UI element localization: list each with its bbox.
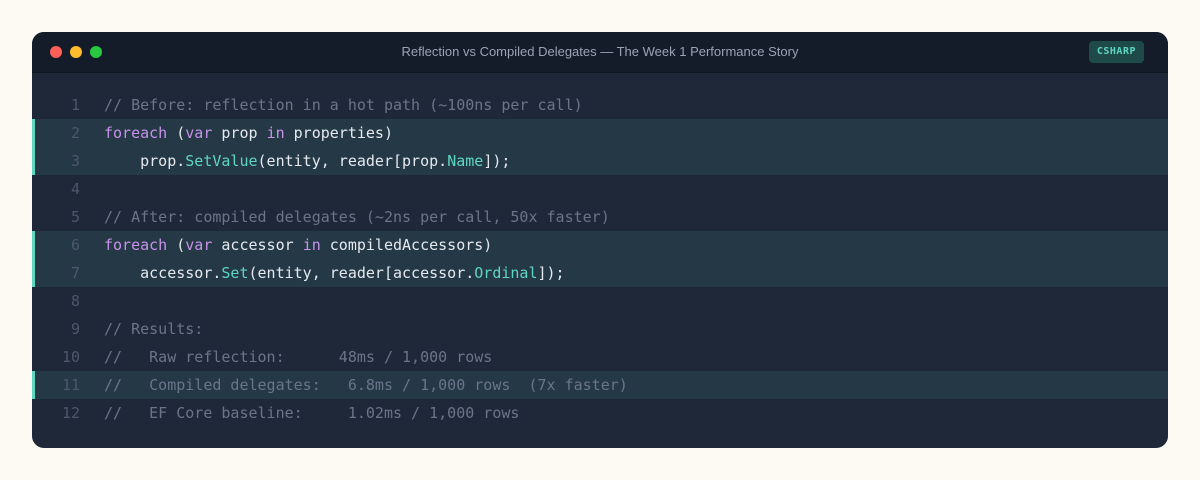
code-token-plain: ( <box>167 124 186 142</box>
code-token-keyword: var <box>185 124 213 142</box>
code-line: 3 prop.SetValue(entity, reader[prop.Name… <box>32 147 1168 175</box>
code-line: 6 foreach (var accessor in compiledAccess… <box>32 231 1168 259</box>
code-window: Reflection vs Compiled Delegates — The W… <box>32 32 1168 448</box>
line-number: 2 <box>70 124 80 142</box>
code-token-keyword: foreach <box>104 236 168 254</box>
line-source: foreach (var accessor in compiledAccesso… <box>104 231 492 259</box>
code-token-comment: // Compiled delegates: 6.8ms / 1,000 row… <box>104 376 628 394</box>
code-line: 9 // Results: <box>32 315 1168 343</box>
code-token-plain: prop <box>212 124 267 142</box>
code-token-comment: // Before: reflection in a hot path (~10… <box>104 96 583 114</box>
code-token-keyword: foreach <box>104 124 168 142</box>
line-number: 3 <box>70 152 80 170</box>
code-line: 1 // Before: reflection in a hot path (~1… <box>32 91 1168 119</box>
line-source: // EF Core baseline: 1.02ms / 1,000 rows <box>104 399 519 427</box>
code-token-plain: ]); <box>483 152 511 170</box>
line-number: 4 <box>70 180 80 198</box>
language-badge: CSHARP <box>1088 41 1144 63</box>
line-number: 9 <box>70 320 80 338</box>
code-token-plain: compiledAccessors) <box>320 236 493 254</box>
line-number: 12 <box>61 404 80 422</box>
line-source: accessor.Set(entity, reader[accessor.Ord… <box>104 259 565 287</box>
line-source: // After: compiled delegates (~2ns per c… <box>104 203 610 231</box>
code-line: 4 <box>32 175 1168 203</box>
code-token-comment: // After: compiled delegates (~2ns per c… <box>104 208 610 226</box>
line-source: // Raw reflection: 48ms / 1,000 rows <box>104 343 492 371</box>
line-number: 5 <box>70 208 80 226</box>
line-number: 11 <box>61 376 80 394</box>
code-line: 5 // After: compiled delegates (~2ns per … <box>32 203 1168 231</box>
code-token-comment: // Raw reflection: 48ms / 1,000 rows <box>104 348 493 366</box>
line-number: 7 <box>70 264 80 282</box>
line-number: 1 <box>70 96 80 114</box>
line-number: 10 <box>61 348 80 366</box>
code-line: 7 accessor.Set(entity, reader[accessor.O… <box>32 259 1168 287</box>
code-token-plain: properties) <box>284 124 393 142</box>
code-token-comment: // EF Core baseline: 1.02ms / 1,000 rows <box>104 404 520 422</box>
code-token-plain: accessor <box>212 236 303 254</box>
code-token-keyword: in <box>266 124 285 142</box>
code-line: 8 <box>32 287 1168 315</box>
code-token-member: Name <box>447 152 484 170</box>
code-token-plain: (entity, reader[prop. <box>257 152 448 170</box>
code-line: 10 // Raw reflection: 48ms / 1,000 rows <box>32 343 1168 371</box>
code-token-plain: ]); <box>537 264 565 282</box>
line-source: // Compiled delegates: 6.8ms / 1,000 row… <box>104 371 628 399</box>
code-listing: 1 // Before: reflection in a hot path (~1… <box>32 91 1168 427</box>
code-token-plain: (entity, reader[accessor. <box>248 264 475 282</box>
code-token-plain: ( <box>167 236 186 254</box>
line-source: // Results: <box>104 315 203 343</box>
code-token-keyword: var <box>185 236 213 254</box>
line-number: 6 <box>70 236 80 254</box>
code-line: 2 foreach (var prop in properties) <box>32 119 1168 147</box>
code-line: 11 // Compiled delegates: 6.8ms / 1,000 r… <box>32 371 1168 399</box>
code-token-plain: accessor. <box>104 264 222 282</box>
code-line: 12 // EF Core baseline: 1.02ms / 1,000 ro… <box>32 399 1168 427</box>
title-bar: Reflection vs Compiled Delegates — The W… <box>32 32 1168 73</box>
code-token-member: Set <box>221 264 249 282</box>
window-title: Reflection vs Compiled Delegates — The W… <box>401 44 799 59</box>
code-token-keyword: in <box>302 236 321 254</box>
line-source: // Before: reflection in a hot path (~10… <box>104 91 583 119</box>
code-token-comment: // Results: <box>104 320 204 338</box>
line-source: prop.SetValue(entity, reader[prop.Name])… <box>104 147 510 175</box>
code-token-member: SetValue <box>185 152 258 170</box>
code-token-member: Ordinal <box>474 264 538 282</box>
line-source: foreach (var prop in properties) <box>104 119 393 147</box>
code-token-plain: prop. <box>104 152 186 170</box>
line-number: 8 <box>70 292 80 310</box>
